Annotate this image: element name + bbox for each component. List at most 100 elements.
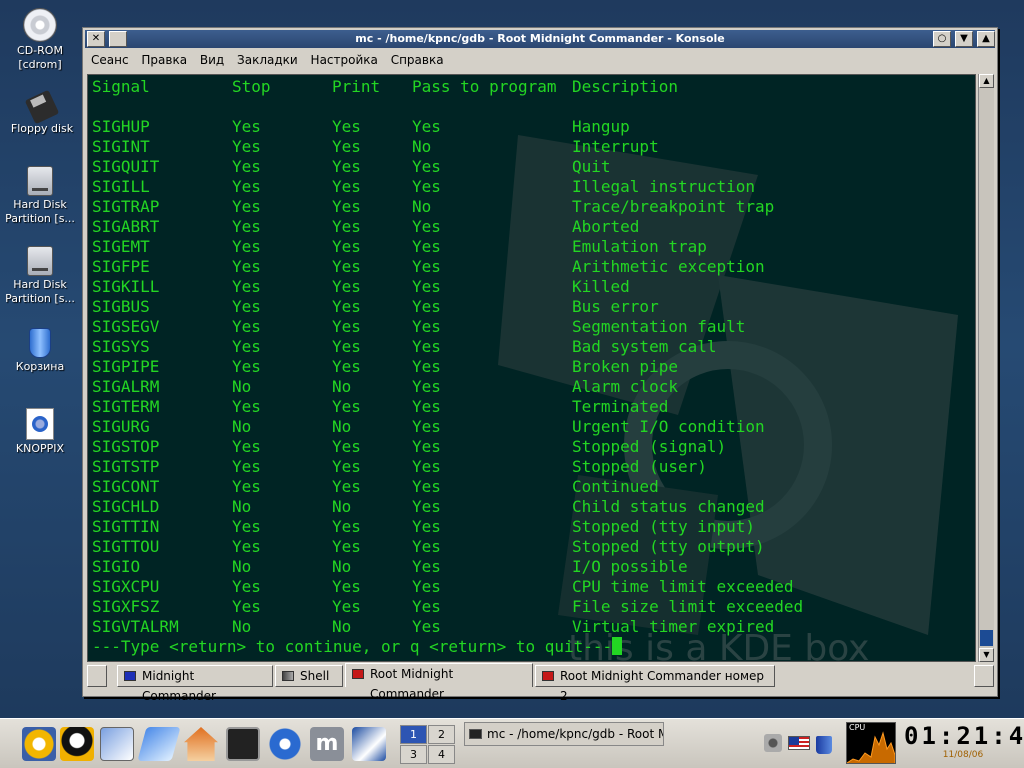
clock-date: 11/08/06 [942, 750, 984, 760]
klipper-icon[interactable] [816, 736, 832, 754]
stop-cell: Yes [232, 477, 261, 496]
print-cell: Yes [332, 257, 361, 276]
kde-menu-icon[interactable] [22, 727, 56, 761]
session-tab-bar: Midnight Commander Shell Root Midnight C… [87, 663, 994, 703]
menu-edit[interactable]: Правка [138, 53, 190, 67]
pass-cell: Yes [412, 617, 441, 636]
signal-cell: SIGQUIT [92, 157, 160, 176]
root-mc-icon [542, 671, 554, 681]
desktop-show-icon[interactable] [100, 727, 134, 761]
desktop-icon-floppy[interactable]: Floppy disk [2, 89, 82, 136]
print-cell: Yes [332, 477, 361, 496]
signal-cell: SIGEMT [92, 237, 150, 256]
description-cell: Terminated [572, 397, 669, 416]
description-cell: Killed [572, 277, 630, 296]
print-cell: Yes [332, 437, 361, 456]
pass-cell: Yes [412, 477, 441, 496]
tab-root-midnight-commander[interactable]: Root Midnight Commander [345, 663, 533, 701]
stop-cell: Yes [232, 577, 261, 596]
pass-cell: Yes [412, 377, 441, 396]
cpu-monitor[interactable]: CPU [846, 722, 896, 764]
scroll-up-arrow-icon[interactable]: ▲ [979, 74, 994, 88]
print-cell: No [332, 497, 352, 516]
keyboard-layout-flag-icon[interactable] [788, 736, 810, 750]
scroll-down-arrow-icon[interactable]: ▼ [979, 648, 994, 662]
pager-desktop-1[interactable]: 1 [400, 725, 427, 744]
pager-desktop-3[interactable]: 3 [400, 745, 427, 764]
root-mc-icon [352, 669, 364, 679]
pass-cell: Yes [412, 337, 441, 356]
signal-cell: SIGTTIN [92, 517, 160, 536]
tab-root-midnight-commander-2[interactable]: Root Midnight Commander номер 2 [535, 665, 775, 703]
new-session-button[interactable] [87, 665, 107, 687]
scrollbar-thumb[interactable] [980, 630, 993, 646]
terminal-view[interactable]: this is a KDE box Signal Stop Print Pass to… [87, 74, 976, 662]
pass-cell: Yes [412, 317, 441, 336]
signal-cell: SIGCONT [92, 477, 160, 496]
print-cell: Yes [332, 357, 361, 376]
mc-blue-icon [124, 671, 136, 681]
pass-cell: Yes [412, 397, 441, 416]
menu-bar: Сеанс Правка Вид Закладки Настройка Спра… [85, 50, 995, 70]
tab-shell[interactable]: Shell [275, 665, 343, 687]
signal-cell: SIGINT [92, 137, 150, 156]
terminal-scrollbar[interactable]: ▲ ▼ [978, 74, 994, 662]
print-cell: Yes [332, 297, 361, 316]
desktop-icon-knoppix[interactable]: KNOPPIX [0, 408, 80, 456]
description-cell: Arithmetic exception [572, 257, 765, 276]
konqueror-icon[interactable] [268, 727, 302, 761]
description-cell: Stopped (tty output) [572, 537, 765, 556]
stop-cell: Yes [232, 397, 261, 416]
settings-icon[interactable] [137, 727, 181, 761]
signal-cell: SIGFPE [92, 257, 150, 276]
desktop-icon-trash[interactable]: Корзина [0, 328, 80, 374]
stop-cell: Yes [232, 517, 261, 536]
description-cell: I/O possible [572, 557, 688, 576]
signal-cell: SIGILL [92, 177, 150, 196]
pass-cell: Pass to program [412, 77, 557, 96]
tab-label: Root Midnight Commander номер 2 [560, 669, 765, 703]
desktop-icon-cdrom[interactable]: CD-ROM [cdrom] [0, 8, 80, 72]
pass-cell: Yes [412, 417, 441, 436]
description-cell: Stopped (tty input) [572, 517, 756, 536]
home-icon[interactable] [184, 727, 218, 761]
tux-icon[interactable] [60, 727, 94, 761]
signal-cell: SIGVTALRM [92, 617, 179, 636]
close-session-button[interactable] [974, 665, 994, 687]
tab-midnight-commander[interactable]: Midnight Commander [117, 665, 273, 703]
description-cell: Aborted [572, 217, 640, 236]
pager-desktop-4[interactable]: 4 [428, 745, 455, 764]
menu-help[interactable]: Справка [388, 53, 447, 67]
clock[interactable]: 01:21:48 11/08/06 [904, 722, 1024, 766]
print-cell: Yes [332, 157, 361, 176]
window-titlebar[interactable]: ✕ mc - /home/kpnc/gdb - Root Midnight Co… [85, 30, 995, 48]
cdrom-icon [23, 8, 57, 42]
print-cell: Yes [332, 217, 361, 236]
openoffice-icon[interactable] [352, 727, 386, 761]
maximize-button[interactable]: ▼ [955, 31, 973, 47]
pager-desktop-2[interactable]: 2 [428, 725, 455, 744]
desktop-icon-hard-disk-2[interactable]: Hard Disk Partition [s... [0, 246, 80, 306]
taskbar-item-konsole[interactable]: mc - /home/kpnc/gdb - Root Midnight Comm… [464, 722, 664, 746]
pass-cell: Yes [412, 357, 441, 376]
terminal-icon[interactable] [226, 727, 260, 761]
knoppix-icon [26, 408, 54, 440]
signal-cell: SIGTTOU [92, 537, 160, 556]
konsole-window: ✕ mc - /home/kpnc/gdb - Root Midnight Co… [82, 27, 998, 703]
pass-cell: Yes [412, 257, 441, 276]
minimize-button[interactable]: ○ [933, 31, 951, 47]
mc-launcher-icon[interactable]: m [310, 727, 344, 761]
menu-view[interactable]: Вид [197, 53, 227, 67]
print-cell: Yes [332, 537, 361, 556]
pass-cell: Yes [412, 297, 441, 316]
menu-bookmarks[interactable]: Закладки [234, 53, 301, 67]
taskbar-item-label: mc - /home/kpnc/gdb - Root Midnight Comm… [487, 727, 663, 741]
shade-button[interactable]: ▲ [977, 31, 995, 47]
menu-session[interactable]: Сеанс [88, 53, 132, 67]
window-menu-button[interactable]: ✕ [87, 31, 105, 47]
sticky-button[interactable] [109, 31, 127, 47]
menu-settings[interactable]: Настройка [308, 53, 381, 67]
desktop-icon-hard-disk-1[interactable]: Hard Disk Partition [s... [0, 166, 80, 226]
speaker-icon[interactable] [764, 734, 782, 752]
stop-cell: Yes [232, 597, 261, 616]
